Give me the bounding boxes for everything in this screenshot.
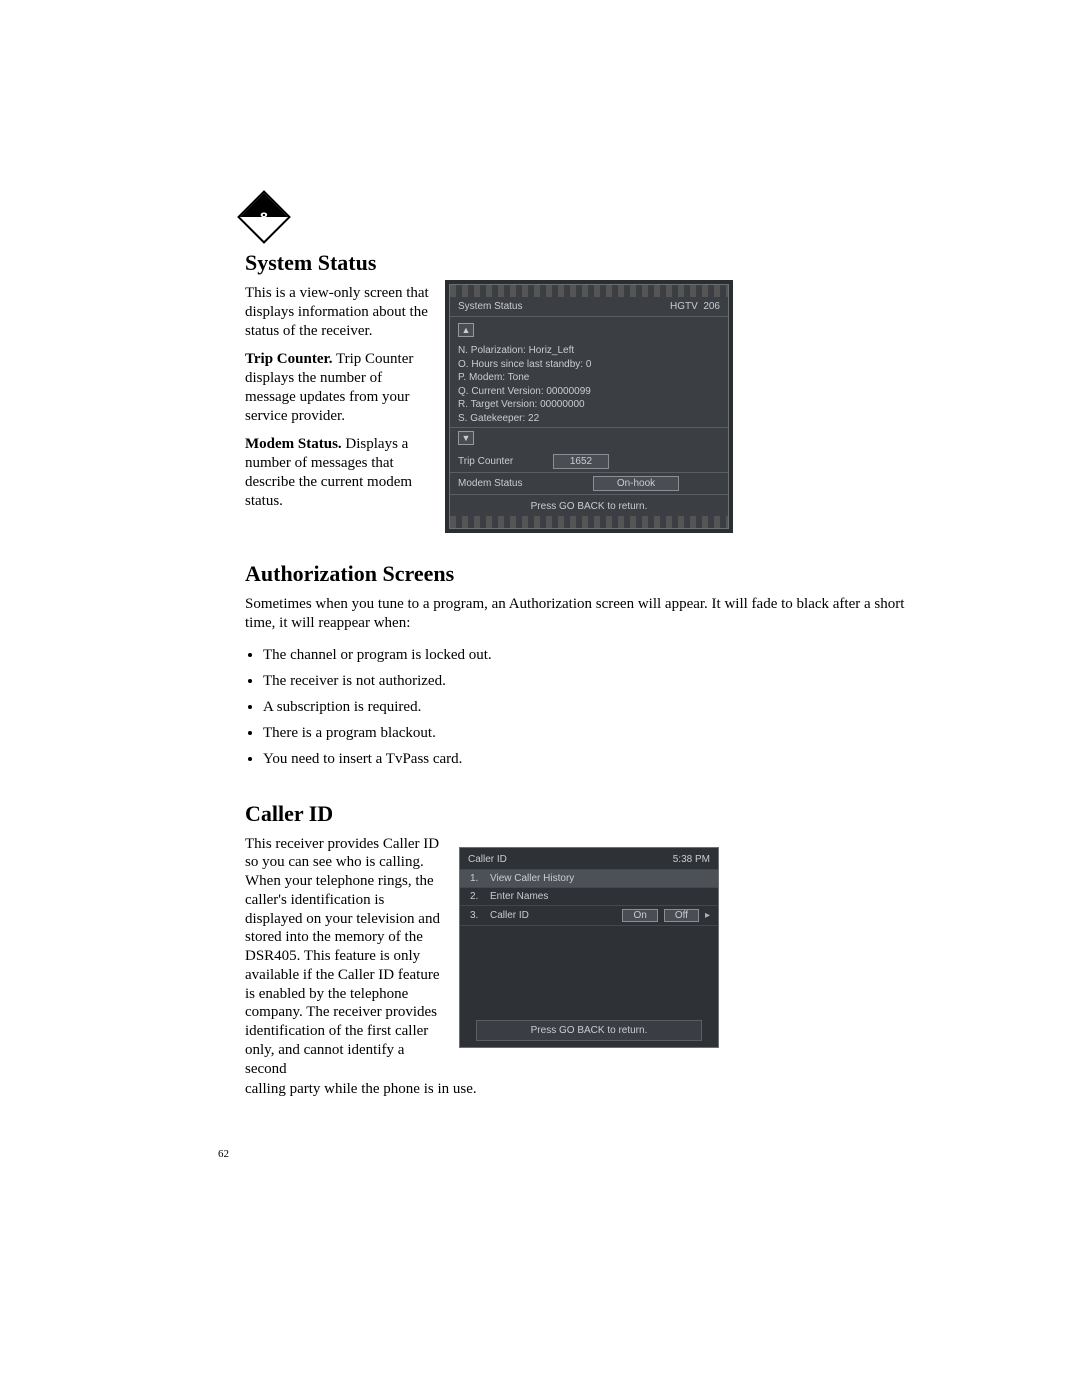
status-line: P. Modem: Tone [458, 371, 720, 385]
caller-id-row: This receiver provides Caller ID so you … [245, 835, 910, 1079]
trip-counter-label: Trip Counter [458, 456, 553, 467]
cid-header: Caller ID 5:38 PM [460, 848, 718, 869]
chevron-right-icon: ▸ [705, 910, 710, 921]
cid-footer: Press GO BACK to return. [476, 1020, 702, 1041]
cid-item-number: 3. [470, 910, 482, 921]
status-line: N. Polarization: Horiz_Left [458, 344, 720, 358]
caller-id-screenshot: Caller ID 5:38 PM 1. View Caller History… [459, 847, 719, 1048]
caller-id-text: This receiver provides Caller ID so you … [245, 835, 445, 1079]
scroll-down-icon: ▼ [458, 431, 474, 445]
trip-counter-para: Trip Counter. Trip Counter displays the … [245, 350, 435, 425]
page-number: 62 [218, 1148, 229, 1160]
chapter-marker: 8 [245, 198, 283, 236]
status-line: Q. Current Version: 00000099 [458, 385, 720, 399]
cid-title: Caller ID [468, 854, 507, 865]
modem-status-value: On-hook [593, 476, 679, 491]
cid-menu-item: 3. Caller ID On Off ▸ [460, 905, 718, 925]
modem-status-row: Modem Status On-hook [450, 473, 728, 495]
heading-caller-id: Caller ID [245, 801, 910, 827]
screen-bottom-border [450, 516, 728, 528]
status-line: R. Target Version: 00000000 [458, 398, 720, 412]
heading-authorization: Authorization Screens [245, 561, 910, 587]
trip-counter-lead: Trip Counter. [245, 351, 333, 367]
chapter-number: 8 [260, 209, 268, 225]
screen-title: System Status [458, 301, 522, 312]
system-status-screenshot: System Status HGTV 206 ▲ N. Polarization… [449, 284, 729, 529]
caller-id-runon: calling party while the phone is in use. [245, 1080, 910, 1099]
cid-on-button: On [622, 909, 657, 922]
page-content: System Status This is a view-only screen… [245, 250, 910, 1099]
authorization-bullets: The channel or program is locked out. Th… [263, 643, 910, 771]
cid-time: 5:38 PM [673, 854, 710, 865]
cid-empty-area [460, 925, 718, 1014]
cid-off-button: Off [664, 909, 699, 922]
caller-id-para: This receiver provides Caller ID so you … [245, 835, 445, 1079]
channel-number: 206 [703, 301, 720, 312]
cid-item-text: Caller ID [490, 910, 614, 921]
bullet-item: The receiver is not authorized. [263, 669, 910, 693]
chapter-diamond-icon: 8 [237, 190, 291, 244]
cid-item-number: 2. [470, 891, 482, 902]
screen-body-lines: N. Polarization: Horiz_Left O. Hours sin… [450, 340, 728, 428]
status-line: S. Gatekeeper: 22 [458, 412, 720, 426]
cid-item-text: View Caller History [490, 873, 710, 884]
screen-header: System Status HGTV 206 [450, 297, 728, 317]
bullet-item: There is a program blackout. [263, 721, 910, 745]
trip-counter-value: 1652 [553, 454, 609, 469]
bullet-item: A subscription is required. [263, 695, 910, 719]
authorization-intro: Sometimes when you tune to a program, an… [245, 595, 910, 633]
modem-status-label: Modem Status [458, 478, 553, 489]
screen-channel: HGTV 206 [670, 301, 720, 312]
bullet-item: The channel or program is locked out. [263, 643, 910, 667]
system-status-row: This is a view-only screen that displays… [245, 284, 910, 529]
trip-counter-row: Trip Counter 1652 [450, 451, 728, 473]
cid-item-number: 1. [470, 873, 482, 884]
modem-status-para: Modem Status. Displays a number of messa… [245, 435, 435, 510]
heading-system-status: System Status [245, 250, 910, 276]
system-status-text: This is a view-only screen that displays… [245, 284, 435, 520]
manual-page: 8 System Status This is a view-only scre… [0, 0, 1080, 1397]
screen-footer: Press GO BACK to return. [450, 495, 728, 516]
system-status-intro: This is a view-only screen that displays… [245, 284, 435, 340]
cid-menu-item: 2. Enter Names [460, 887, 718, 905]
bullet-item: You need to insert a TvPass card. [263, 747, 910, 771]
cid-menu-item-selected: 1. View Caller History [460, 869, 718, 887]
status-line: O. Hours since last standby: 0 [458, 358, 720, 372]
cid-item-text: Enter Names [490, 891, 710, 902]
scroll-up-icon: ▲ [458, 323, 474, 337]
screen-top-border [450, 285, 728, 297]
modem-status-lead: Modem Status. [245, 436, 342, 452]
channel-name: HGTV [670, 301, 698, 312]
